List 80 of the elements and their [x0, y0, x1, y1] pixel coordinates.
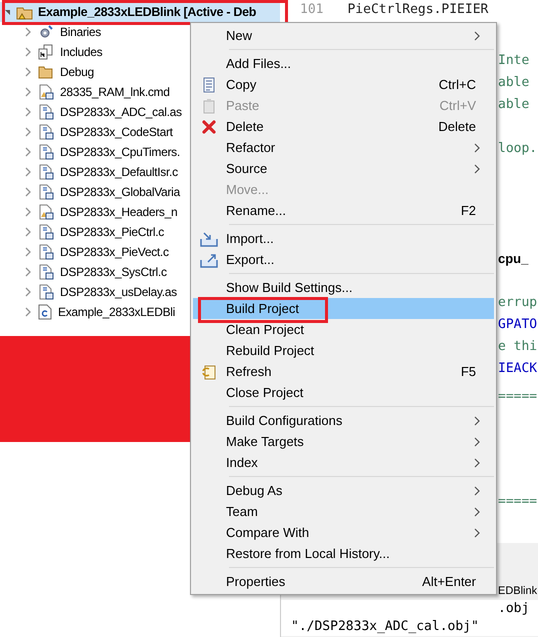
- tree-item[interactable]: DSP2833x_CpuTimers.: [60, 143, 180, 161]
- menu-item[interactable]: Index: [193, 452, 494, 473]
- code-fragment: able: [498, 96, 530, 114]
- code-line: PieCtrlRegs.PIEIER: [347, 1, 488, 20]
- source-file-icon: [38, 284, 54, 300]
- menu-item[interactable]: Properties Alt+Enter: [193, 571, 494, 592]
- code-fragment: cpu_: [498, 250, 530, 268]
- code-fragment: Inte: [498, 52, 530, 70]
- close-icon: [201, 118, 217, 134]
- source-file-icon: [38, 164, 54, 180]
- menu-item[interactable]: Export...: [193, 249, 494, 270]
- menu-item[interactable]: Show Build Settings...: [193, 277, 494, 298]
- shortcut-label: F5: [460, 362, 477, 381]
- code-fragment: e thi: [498, 338, 538, 356]
- menu-item[interactable]: Debug As: [193, 480, 494, 501]
- menu-item[interactable]: Clean Project: [193, 319, 494, 340]
- gear-icon: [38, 24, 54, 40]
- source-file-icon: [38, 244, 54, 260]
- menu-item[interactable]: Refactor: [193, 137, 494, 158]
- source-file-icon: [38, 104, 54, 120]
- tree-item[interactable]: Includes: [60, 43, 102, 61]
- menu-item[interactable]: Copy Ctrl+C: [193, 74, 494, 95]
- menu-item[interactable]: Add Files...: [193, 53, 494, 74]
- project-name: Example_2833xLEDBlink [Active - Deb: [38, 4, 256, 20]
- menu-item[interactable]: Make Targets: [193, 431, 494, 452]
- tree-item[interactable]: Binaries: [60, 23, 101, 41]
- shortcut-label: Ctrl+V: [440, 96, 477, 115]
- import-icon: [200, 230, 218, 246]
- menu-item[interactable]: Close Project: [193, 382, 494, 403]
- tree-item[interactable]: DSP2833x_Headers_n: [60, 203, 178, 221]
- menu-item[interactable]: Import...: [193, 228, 494, 249]
- export-icon: [200, 252, 218, 268]
- copy-icon: [201, 76, 217, 92]
- menu-item[interactable]: Delete Delete: [193, 116, 494, 137]
- header-files-icon: [38, 44, 54, 60]
- c-file-icon: [38, 304, 52, 320]
- linker-file-icon: [38, 204, 54, 220]
- line-number: 101: [300, 1, 324, 20]
- tree-item[interactable]: DSP2833x_SysCtrl.c: [60, 263, 167, 281]
- menu-item[interactable]: Team: [193, 501, 494, 522]
- shortcut-label: Delete: [438, 118, 477, 136]
- tree-item[interactable]: 28335_RAM_lnk.cmd: [60, 83, 170, 101]
- project-row[interactable]: Example_2833xLEDBlink [Active - Deb: [0, 2, 280, 22]
- tree-item[interactable]: DSP2833x_DefaultIsr.c: [60, 163, 178, 181]
- menu-item[interactable]: Refresh F5: [193, 361, 494, 382]
- tree-item[interactable]: DSP2833x_CodeStart: [60, 123, 173, 141]
- expand-arrow-icon[interactable]: [4, 7, 12, 17]
- source-file-icon: [38, 264, 54, 280]
- linker-file-icon: [38, 84, 54, 100]
- menu-item[interactable]: New: [193, 25, 494, 46]
- menu-item[interactable]: Source: [193, 158, 494, 179]
- clipboard-icon: [201, 98, 217, 114]
- code-fragment: =====: [498, 388, 538, 406]
- tree-item[interactable]: DSP2833x_usDelay.as: [60, 283, 177, 301]
- shortcut-label: Ctrl+C: [438, 76, 477, 94]
- code-fragment: =====: [498, 493, 538, 511]
- menu-item[interactable]: Build Configurations: [193, 410, 494, 431]
- tree-item[interactable]: DSP2833x_GlobalVaria: [60, 183, 180, 201]
- tree-item[interactable]: DSP2833x_PieCtrl.c: [60, 223, 164, 241]
- source-file-icon: [38, 124, 54, 140]
- code-fragment: errup: [498, 294, 538, 312]
- source-file-icon: [38, 184, 54, 200]
- source-file-icon: [38, 224, 54, 240]
- menu-item[interactable]: Restore from Local History...: [193, 543, 494, 564]
- menu-item[interactable]: Rebuild Project: [193, 340, 494, 361]
- menu-item[interactable]: Rename... F2: [193, 200, 494, 221]
- tree-item[interactable]: Debug: [60, 63, 94, 81]
- code-fragment: IEACK: [498, 360, 538, 378]
- source-file-icon: [38, 144, 54, 160]
- shortcut-label: Alt+Enter: [422, 572, 477, 591]
- tree-item[interactable]: DSP2833x_ADC_cal.as: [60, 103, 182, 121]
- code-fragment: loop.: [498, 140, 538, 158]
- menu-item[interactable]: Compare With: [193, 522, 494, 543]
- refresh-icon: [201, 364, 217, 380]
- folder-icon: [38, 65, 54, 79]
- tree-item[interactable]: Example_2833xLEDBli: [58, 303, 176, 321]
- code-fragment: able: [498, 74, 530, 92]
- shortcut-label: F2: [460, 202, 477, 220]
- code-fragment: GPATO: [498, 316, 538, 334]
- tree-item[interactable]: DSP2833x_PieVect.c: [60, 243, 169, 261]
